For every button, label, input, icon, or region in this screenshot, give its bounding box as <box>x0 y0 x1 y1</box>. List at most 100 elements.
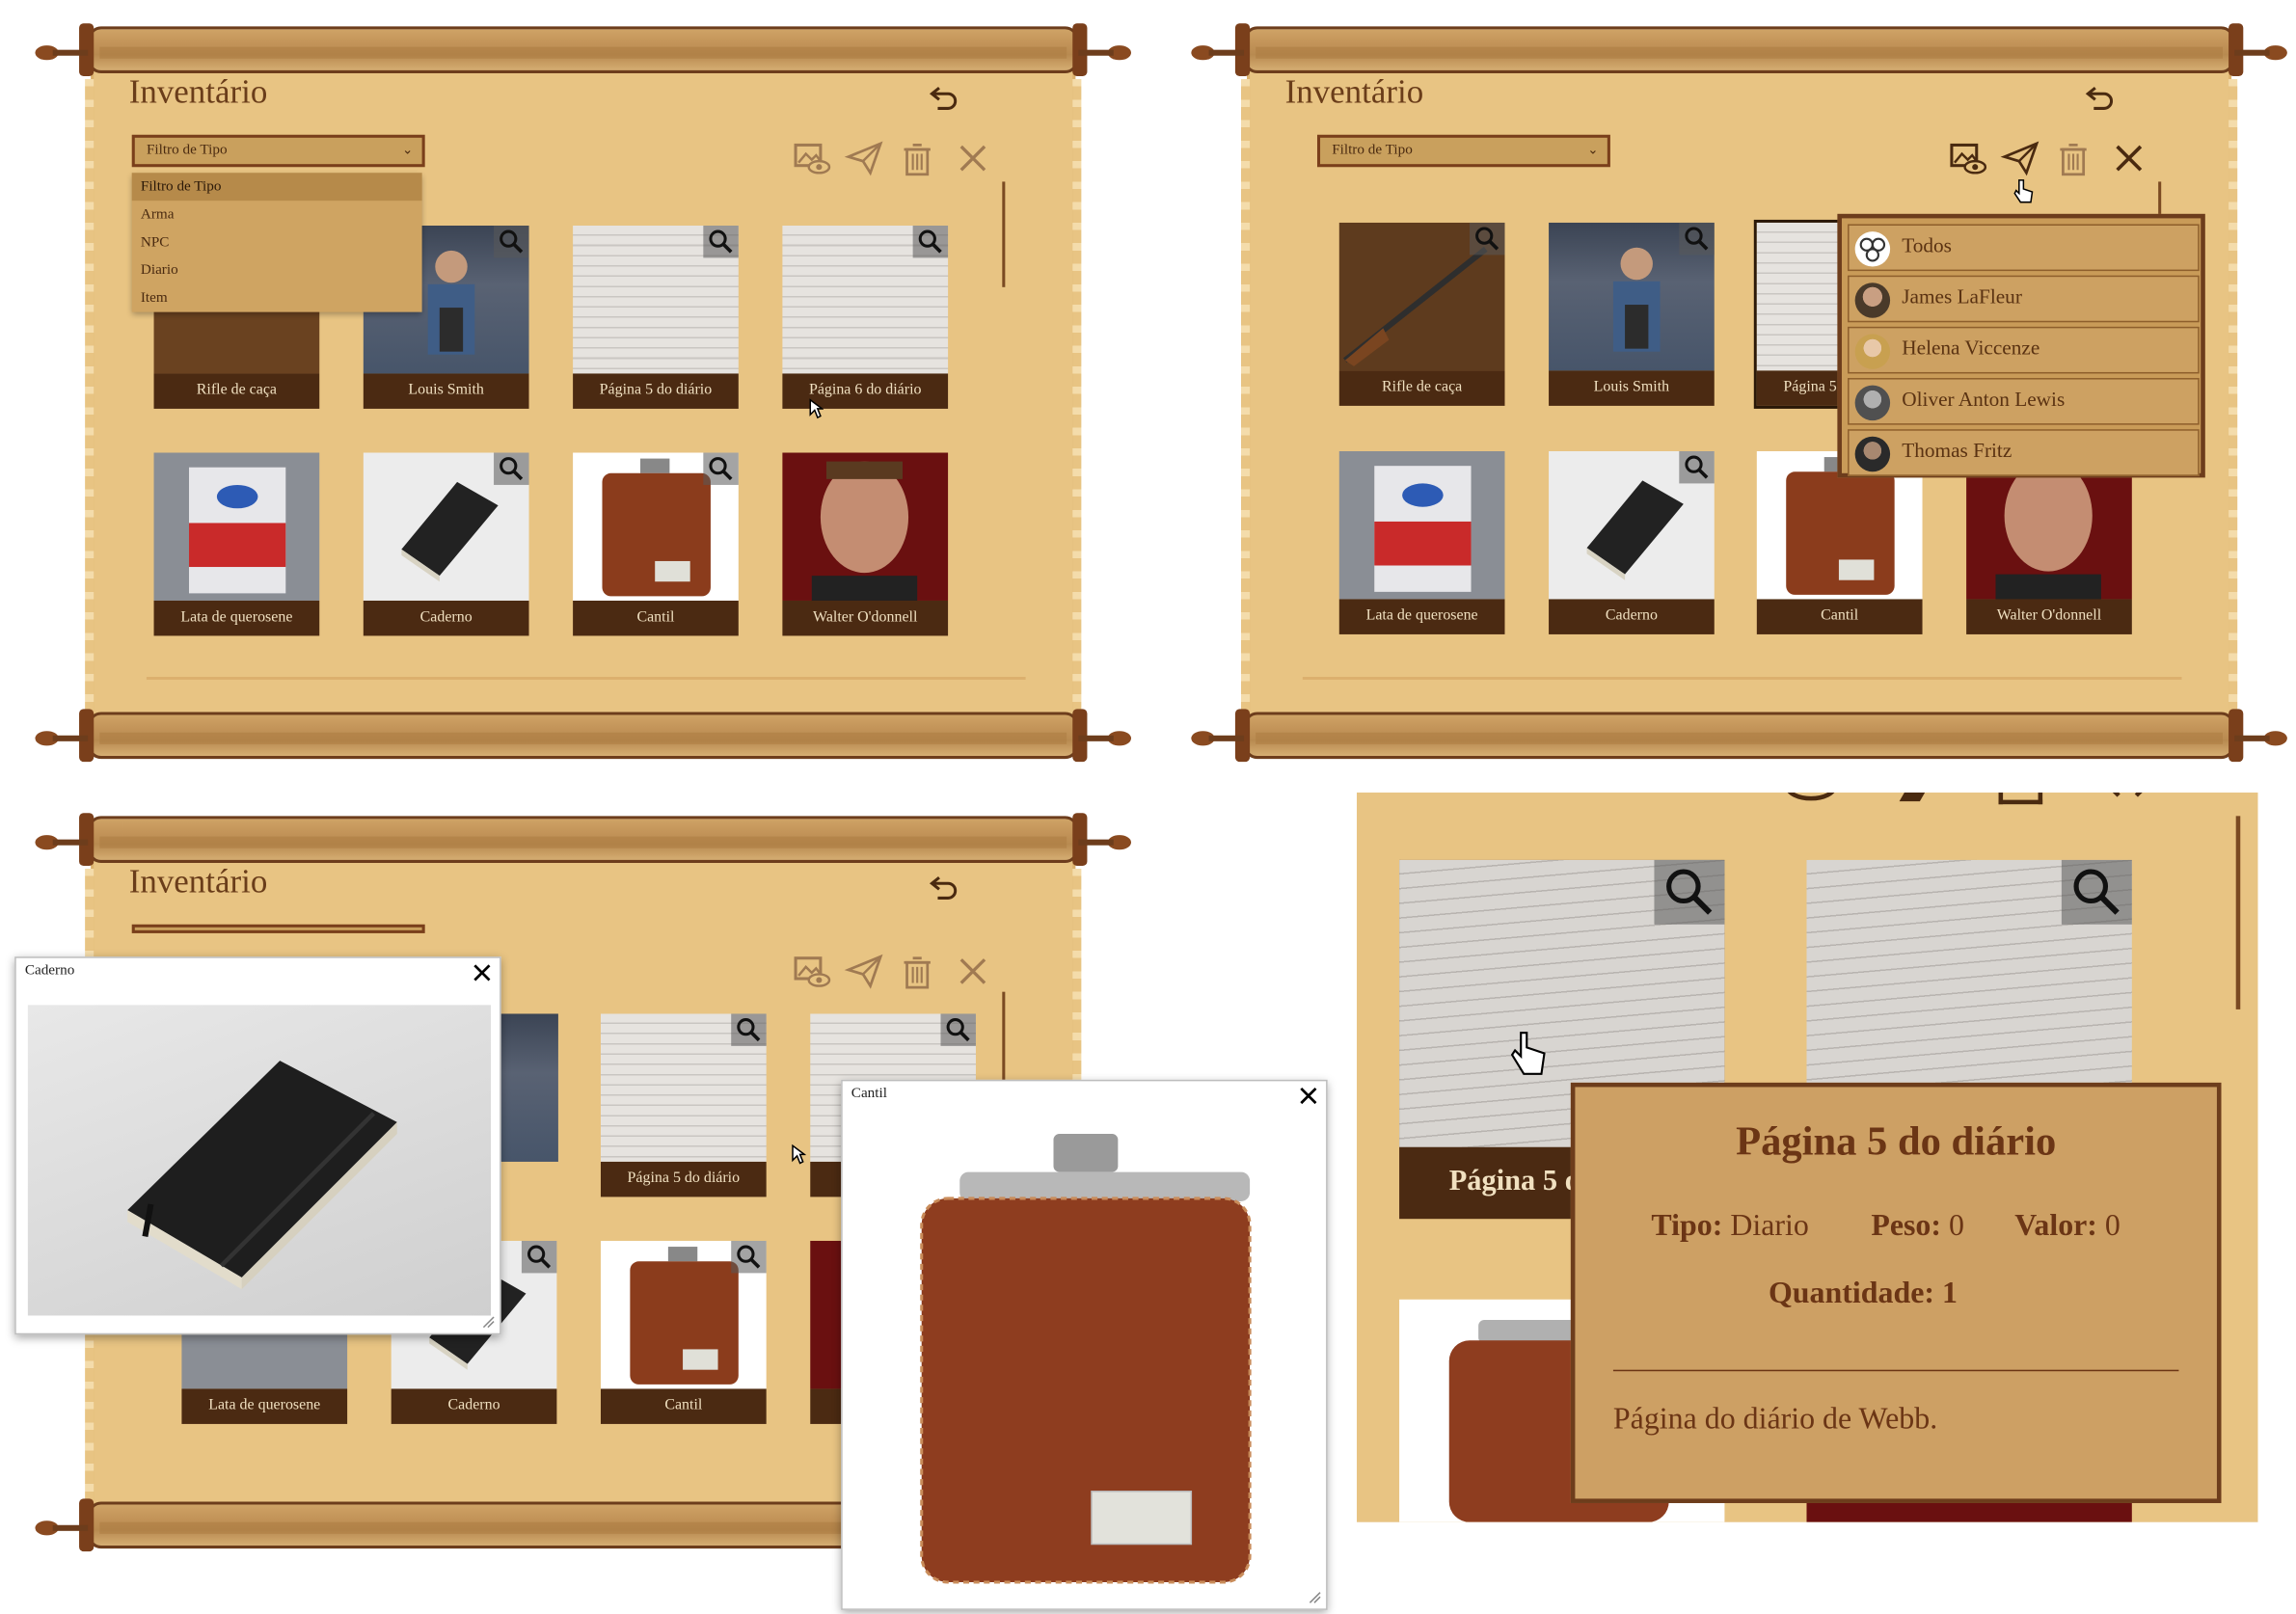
scrollbar[interactable] <box>2235 816 2241 1009</box>
close-icon[interactable] <box>2101 793 2154 804</box>
close-icon[interactable] <box>953 138 994 179</box>
recipient-item-todos[interactable]: Todos <box>1848 224 2200 272</box>
tooltip-quantidade: Quantidade: 1 <box>1768 1274 1958 1310</box>
item-label: Cantil <box>573 600 739 636</box>
resize-grip-icon[interactable] <box>1307 1590 1321 1604</box>
close-icon[interactable] <box>471 961 494 984</box>
item-card-cantil[interactable]: Cantil <box>1756 450 1923 634</box>
filter-option[interactable]: NPC <box>132 229 422 256</box>
pointer-cursor <box>2013 179 2034 203</box>
item-card-walter-odonnell[interactable]: Walter O'donnell <box>1966 450 2132 634</box>
trash-icon[interactable] <box>897 138 938 179</box>
send-icon[interactable] <box>844 138 885 179</box>
scroll-rod-bottom <box>35 709 1132 763</box>
zoom-icon[interactable] <box>1470 222 1505 256</box>
zoom-icon[interactable] <box>1654 859 1725 925</box>
filter-option[interactable]: Filtro de Tipo <box>131 173 422 202</box>
item-label: Walter O'donnell <box>782 600 949 636</box>
zoom-icon[interactable] <box>703 225 739 258</box>
view-image-icon[interactable] <box>1947 138 1988 179</box>
resize-grip-icon[interactable] <box>480 1314 495 1329</box>
item-card-lata-querosene[interactable]: Lata de querosene <box>1338 450 1505 634</box>
zoom-icon[interactable] <box>940 1013 976 1046</box>
item-label: Rifle de caça <box>153 373 320 409</box>
send-icon[interactable] <box>1899 793 1926 802</box>
filter-option[interactable]: Arma <box>132 201 422 229</box>
item-label: Caderno <box>363 600 529 636</box>
trash-icon[interactable] <box>2053 138 2094 179</box>
item-label: Rifle de caça <box>1338 370 1505 406</box>
recipient-name: Todos <box>1902 235 1952 258</box>
item-card-pagina-5[interactable]: Página 5 do diário <box>573 225 739 409</box>
zoom-icon[interactable] <box>494 225 529 258</box>
inventory-title: Inventário <box>128 72 268 110</box>
recipient-item-helena-viccenze[interactable]: Helena Viccenze <box>1848 326 2200 374</box>
everyone-icon <box>1854 231 1891 267</box>
item-card-pagina-6[interactable]: Página 6 do diário <box>782 225 949 409</box>
inventory-panel-filter-open: Inventário Rifle de caça Louis Smith Pág… <box>29 20 1137 763</box>
recipient-item-thomas-fritz[interactable]: Thomas Fritz <box>1848 429 2200 476</box>
item-label: Página 5 do diário <box>573 373 739 409</box>
close-icon[interactable] <box>1297 1084 1320 1107</box>
recipient-item-oliver-anton-lewis[interactable]: Oliver Anton Lewis <box>1848 378 2200 425</box>
zoom-icon[interactable] <box>521 1240 557 1274</box>
item-card-pagina-5[interactable]: Página 5 do diário <box>600 1013 767 1197</box>
tooltip-description: Página do diário de Webb. <box>1612 1400 1938 1437</box>
zoom-icon[interactable] <box>1679 222 1715 256</box>
zoom-icon[interactable] <box>703 452 739 485</box>
recipient-name: Helena Viccenze <box>1902 337 2040 361</box>
item-card-rifle[interactable]: Rifle de caça <box>1338 222 1505 406</box>
divider <box>146 676 1026 681</box>
tooltip-divider <box>1612 1369 2179 1372</box>
item-card-lata-querosene[interactable]: Lata de querosene <box>153 452 320 636</box>
item-card-caderno[interactable]: Caderno <box>363 452 529 636</box>
zoom-icon[interactable] <box>2061 859 2132 925</box>
send-recipient-menu: Todos James LaFleur Helena Viccenze Oliv… <box>1837 213 2205 478</box>
item-card-cantil[interactable]: Cantil <box>573 452 739 636</box>
item-label: Louis Smith <box>1549 370 1715 406</box>
zoom-icon[interactable] <box>912 225 949 258</box>
recipient-item-james-lafleur[interactable]: James LaFleur <box>1848 275 2200 323</box>
item-card-cantil[interactable]: Cantil <box>600 1240 767 1424</box>
undo-icon[interactable] <box>926 869 960 903</box>
recipient-name: Thomas Fritz <box>1902 441 2012 464</box>
type-filter-select[interactable]: Filtro de Tipo ⌄ <box>1316 134 1610 168</box>
send-icon[interactable] <box>2000 138 2041 179</box>
inventory-title: Inventário <box>128 862 268 900</box>
trash-icon[interactable] <box>1998 793 2043 805</box>
zoom-icon[interactable] <box>731 1013 767 1046</box>
item-label: Cantil <box>600 1388 767 1424</box>
walter-odonnell-photo <box>782 452 949 601</box>
undo-icon[interactable] <box>926 79 960 114</box>
filter-option[interactable]: Diario <box>132 256 422 284</box>
trash-icon[interactable] <box>897 951 938 992</box>
kerosene-can-image <box>153 452 320 601</box>
view-image-icon[interactable] <box>792 138 833 179</box>
item-label: Lata de querosene <box>181 1388 348 1424</box>
type-filter-select[interactable] <box>131 924 425 933</box>
scrollbar[interactable] <box>1002 181 1006 287</box>
item-label-partial: Página 5 d <box>1448 1164 1581 1197</box>
hand-cursor <box>1510 1032 1546 1075</box>
item-card-caderno[interactable]: Caderno <box>1549 450 1715 634</box>
item-card-louis-smith[interactable]: Louis Smith <box>1549 222 1715 406</box>
filter-option[interactable]: Item <box>132 284 422 312</box>
zoom-icon[interactable] <box>494 452 529 485</box>
zoom-icon[interactable] <box>731 1240 767 1274</box>
popup-title: Caderno <box>24 962 75 979</box>
item-card-walter-odonnell[interactable]: Walter O'donnell <box>782 452 949 636</box>
notebook-large-image <box>27 1005 492 1316</box>
view-image-icon[interactable] <box>1785 793 1838 810</box>
scroll-rod-top <box>35 813 1132 867</box>
close-icon[interactable] <box>953 951 994 992</box>
item-label: Página 5 do diário <box>600 1161 767 1197</box>
avatar <box>1854 385 1891 421</box>
divider <box>1302 676 2182 681</box>
send-icon[interactable] <box>844 951 885 992</box>
popup-title: Cantil <box>851 1085 887 1102</box>
undo-icon[interactable] <box>2082 79 2117 114</box>
close-icon[interactable] <box>2109 138 2150 179</box>
view-image-icon[interactable] <box>792 951 833 992</box>
zoom-icon[interactable] <box>1679 450 1715 484</box>
type-filter-select[interactable]: Filtro de Tipo ⌄ <box>131 134 425 168</box>
